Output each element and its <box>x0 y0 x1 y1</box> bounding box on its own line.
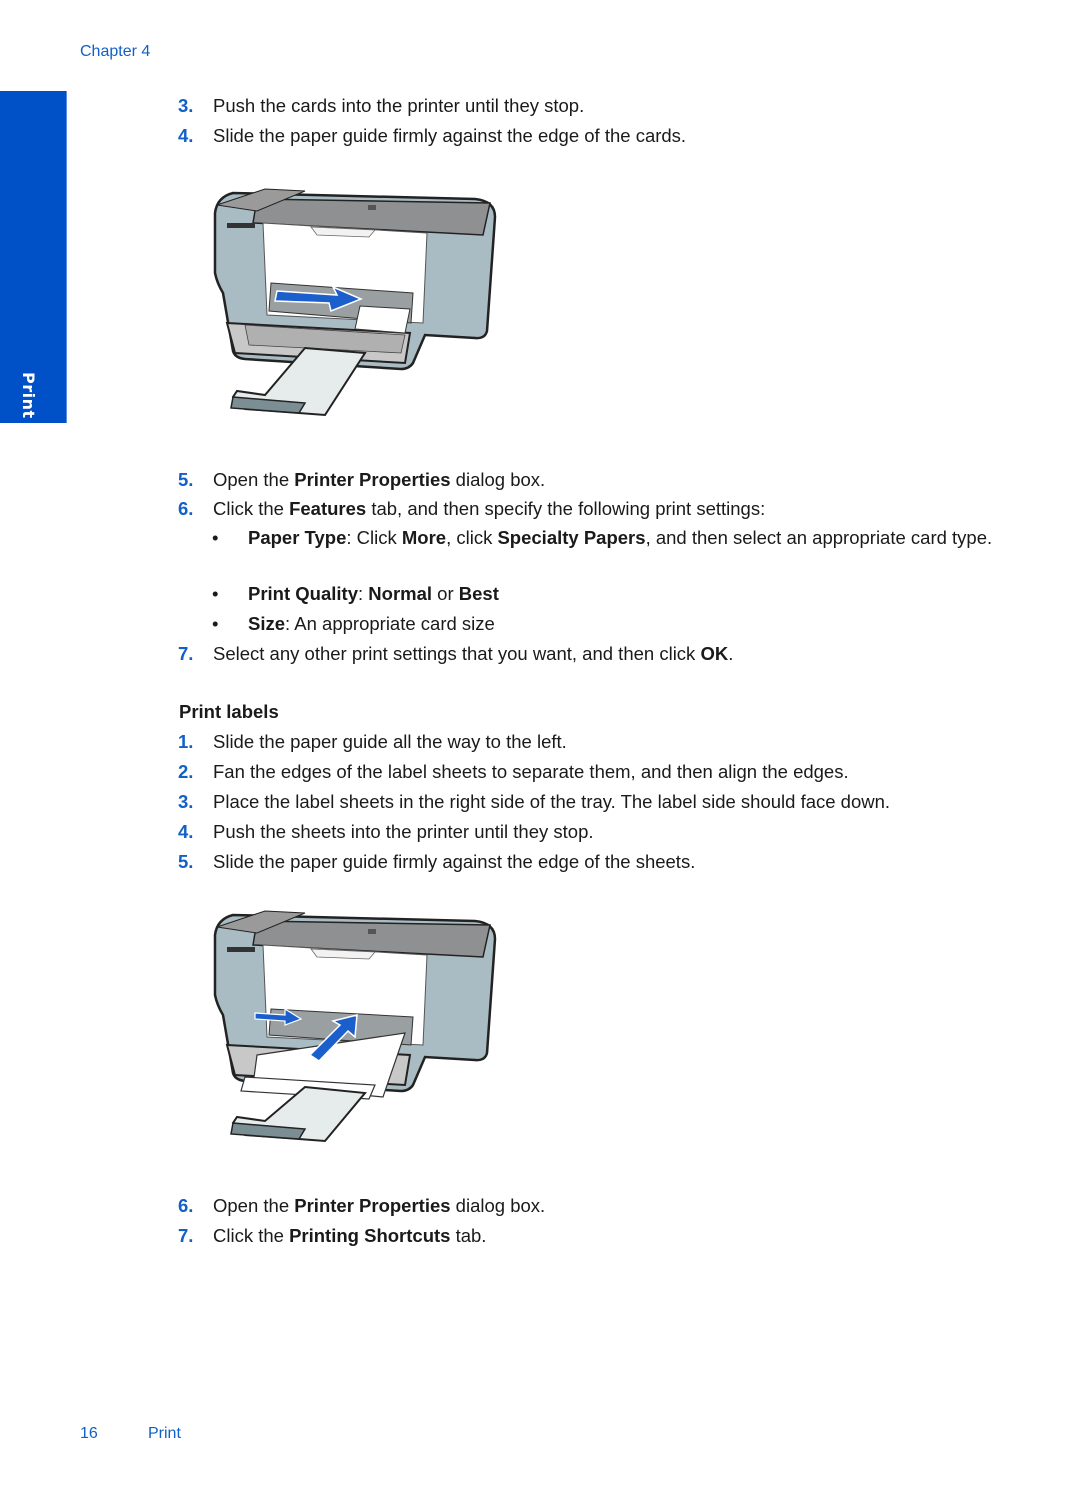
step-item: 4. Slide the paper guide firmly against t… <box>178 125 686 147</box>
setting-name: Print Quality <box>248 583 358 604</box>
bullet-text: , click <box>446 527 498 548</box>
bullet-dot: • <box>212 613 219 634</box>
step-item: 3. Place the label sheets in the right si… <box>178 791 890 813</box>
step-item: 7. Click the Printing Shortcuts tab. <box>178 1225 486 1247</box>
setting-name: Paper Type <box>248 527 347 548</box>
page-number: 16 <box>80 1425 98 1442</box>
step-text: Slide the paper guide all the way to the… <box>213 731 567 752</box>
step-item: 7. Select any other print settings that y… <box>178 643 733 665</box>
step-number: 6. <box>178 498 194 519</box>
step-text: Fan the edges of the label sheets to sep… <box>213 761 849 782</box>
chapter-label: Chapter 4 <box>80 43 151 60</box>
step-number: 4. <box>178 125 194 146</box>
step-text: . <box>728 643 734 664</box>
bullet-item: • Size: An appropriate card size <box>212 611 993 637</box>
step-number: 5. <box>178 851 194 872</box>
step-text: Select any other print settings that you… <box>213 643 701 664</box>
step-number: 2. <box>178 761 194 782</box>
step-text: Push the cards into the printer until th… <box>213 95 585 116</box>
ui-term: Specialty Papers <box>497 527 646 548</box>
ui-term: Printer Properties <box>294 1195 451 1216</box>
step-number: 7. <box>178 1225 194 1246</box>
step-text: Place the label sheets in the right side… <box>213 791 891 812</box>
step-number: 1. <box>178 731 194 752</box>
step-text: Click the <box>213 1225 290 1246</box>
step-item: 4. Push the sheets into the printer until… <box>178 821 594 843</box>
side-tab-label: Print <box>19 372 38 419</box>
step-text: Push the sheets into the printer until t… <box>213 821 594 842</box>
step-text: dialog box. <box>450 1195 546 1216</box>
ui-term: Features <box>289 498 367 519</box>
step-number: 3. <box>178 95 194 116</box>
step-text: Open the <box>213 1195 295 1216</box>
bullet-text: : An appropriate card size <box>285 613 495 634</box>
bullet-dot: • <box>212 527 219 548</box>
step-item: 5. Slide the paper guide firmly against t… <box>178 851 695 873</box>
step-text: Click the <box>213 498 290 519</box>
step-number: 4. <box>178 821 194 842</box>
step-number: 3. <box>178 791 194 812</box>
step-item: 1. Slide the paper guide all the way to t… <box>178 731 567 753</box>
step-text: dialog box. <box>450 469 546 490</box>
bullet-text: : Click <box>346 527 402 548</box>
ui-term: Printing Shortcuts <box>289 1225 451 1246</box>
ui-term: Printer Properties <box>294 469 451 490</box>
step-number: 5. <box>178 469 194 490</box>
bullet-text: , and then select an appropriate card ty… <box>645 527 993 548</box>
step-item: 2. Fan the edges of the label sheets to s… <box>178 761 849 783</box>
step-text: tab. <box>450 1225 487 1246</box>
ui-term: OK <box>700 643 729 664</box>
step-number: 6. <box>178 1195 194 1216</box>
setting-name: Size <box>248 613 286 634</box>
bullet-item: • Print Quality: Normal or Best <box>212 581 993 607</box>
ui-term: More <box>401 527 447 548</box>
ui-term: Best <box>458 583 499 604</box>
printer-illustration <box>213 188 497 417</box>
printer-card-loading-figure <box>213 188 497 417</box>
bullet-text: : <box>358 583 369 604</box>
footer-section-title: Print <box>148 1425 181 1442</box>
step-text: tab, and then specify the following prin… <box>366 498 766 519</box>
printer-label-loading-figure <box>213 910 497 1143</box>
step-item: 3. Push the cards into the printer until … <box>178 95 584 117</box>
step-text: Slide the paper guide firmly against the… <box>213 851 696 872</box>
bullet-item: • Paper Type: Click More, click Specialty… <box>212 525 993 551</box>
bullet-dot: • <box>212 583 219 604</box>
step-item: 5. Open the Printer Properties dialog box… <box>178 469 545 491</box>
step-item: 6. Open the Printer Properties dialog box… <box>178 1195 545 1217</box>
ui-term: Normal <box>368 583 433 604</box>
section-heading: Print labels <box>179 701 279 722</box>
step-item: 6. Click the Features tab, and then speci… <box>178 498 765 520</box>
step-number: 7. <box>178 643 194 664</box>
step-text: Slide the paper guide firmly against the… <box>213 125 687 146</box>
step-text: Open the <box>213 469 295 490</box>
printer-illustration <box>213 910 497 1143</box>
bullet-text: or <box>432 583 459 604</box>
